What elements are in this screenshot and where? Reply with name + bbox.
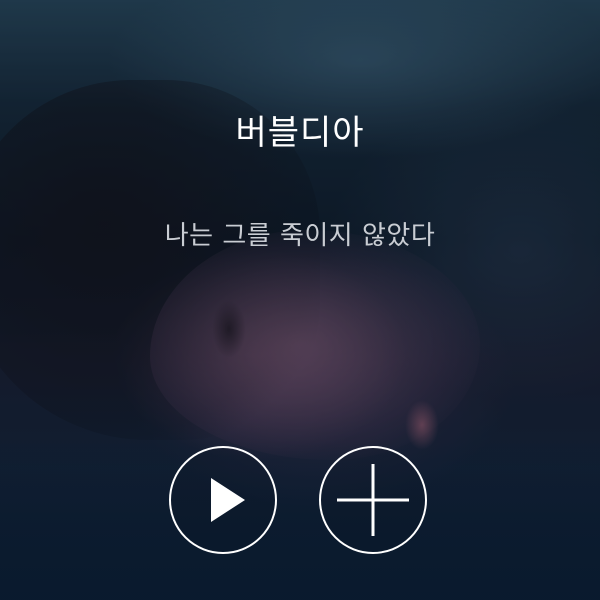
add-button[interactable]: [319, 446, 427, 554]
play-icon: [211, 478, 245, 522]
artist-name: 버블디아: [235, 113, 365, 153]
dim-overlay: [0, 0, 600, 600]
play-button[interactable]: [169, 446, 277, 554]
album-cover-stage: 버블디아 나는 그를 죽이지 않았다: [0, 0, 600, 600]
plus-icon: [337, 464, 409, 536]
album-title: 나는 그를 죽이지 않았다: [164, 221, 436, 251]
